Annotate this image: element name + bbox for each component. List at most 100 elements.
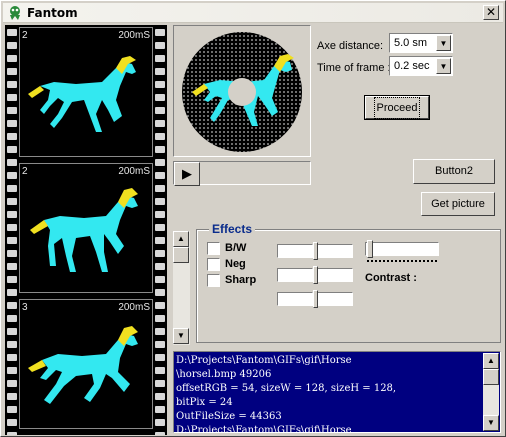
button2-label: Button2: [435, 165, 473, 177]
scroll-down-icon[interactable]: ▼: [483, 415, 499, 431]
sprocket-hole: [7, 68, 17, 75]
sprocket-holes-left: [7, 25, 17, 435]
sprocket-hole: [7, 354, 17, 361]
sprocket-hole: [7, 406, 17, 413]
bw-label: B/W: [225, 242, 247, 254]
console-line: offsetRGB = 54, sizeW = 128, sizeH = 128…: [176, 383, 397, 394]
sprocket-hole: [155, 289, 165, 296]
sprocket-hole: [7, 250, 17, 257]
sprocket-hole: [155, 120, 165, 127]
button2[interactable]: Button2: [413, 159, 495, 184]
checkbox-box[interactable]: [207, 258, 220, 271]
sprocket-hole: [155, 198, 165, 205]
sprocket-hole: [7, 55, 17, 62]
slider-thumb[interactable]: [313, 242, 318, 260]
effects-title: Effects: [209, 222, 256, 236]
effects-group: Effects B/W Neg Sharp Contrast:: [196, 222, 501, 343]
sprocket-hole: [155, 55, 165, 62]
play-button[interactable]: ▶: [174, 162, 200, 186]
effect-slider-1[interactable]: [277, 242, 353, 260]
sprocket-hole: [155, 341, 165, 348]
sprocket-hole: [155, 354, 165, 361]
sprocket-hole: [155, 328, 165, 335]
checkbox-box[interactable]: [207, 274, 220, 287]
sprocket-hole: [7, 263, 17, 270]
time-of-frame-select[interactable]: 0.2 sec ▼: [389, 56, 453, 76]
proceed-button[interactable]: Proceed: [364, 95, 430, 120]
scroll-up-icon[interactable]: ▲: [483, 353, 499, 369]
get-picture-label: Get picture: [431, 198, 485, 210]
sprocket-hole: [155, 276, 165, 283]
sprocket-hole: [7, 380, 17, 387]
scroll-up-icon[interactable]: ▲: [173, 231, 189, 247]
axe-distance-value: 5.0 sm: [394, 37, 428, 49]
sprocket-hole: [155, 419, 165, 426]
close-icon: ✕: [485, 5, 497, 19]
window-title: Fantom: [27, 6, 78, 20]
slider-thumb[interactable]: [367, 240, 373, 258]
sprocket-hole: [155, 81, 165, 88]
contrast-slider[interactable]: [365, 240, 439, 262]
sprocket-hole: [155, 29, 165, 36]
slider-thumb[interactable]: [313, 266, 318, 284]
console-text: D:\Projects\Fantom\GIFs\gif\Horse \horsel…: [176, 354, 482, 432]
slider-thumb[interactable]: [313, 290, 318, 308]
chevron-down-icon[interactable]: ▼: [436, 58, 451, 74]
scroll-thumb[interactable]: [483, 369, 499, 385]
sprocket-hole: [155, 263, 165, 270]
sprocket-hole: [155, 211, 165, 218]
sprocket-hole: [7, 237, 17, 244]
scroll-down-icon[interactable]: ▼: [173, 328, 189, 344]
effect-slider-3[interactable]: [277, 290, 353, 308]
close-button[interactable]: ✕: [483, 5, 499, 20]
disc-image: [182, 32, 302, 152]
sprocket-hole: [7, 302, 17, 309]
film-frame[interactable]: 2 200mS: [19, 163, 153, 293]
sprocket-hole: [155, 315, 165, 322]
sprocket-hole: [7, 159, 17, 166]
horse-image: [28, 56, 136, 132]
sprocket-hole: [7, 107, 17, 114]
console-line: OutFileSize = 44363: [176, 411, 282, 422]
slider-ticks: [367, 260, 437, 262]
sprocket-hole: [155, 224, 165, 231]
effects-scrollbar[interactable]: ▲ ▼: [173, 231, 190, 345]
sprocket-hole: [155, 107, 165, 114]
sprocket-hole: [155, 237, 165, 244]
sprocket-holes-right: [155, 25, 165, 435]
sprocket-hole: [155, 159, 165, 166]
scroll-thumb[interactable]: [173, 247, 189, 263]
sprocket-hole: [155, 133, 165, 140]
sprocket-hole: [7, 133, 17, 140]
disc-preview: [173, 25, 311, 157]
title-bar[interactable]: Fantom ✕: [3, 3, 503, 23]
sprocket-hole: [155, 380, 165, 387]
checkbox-box[interactable]: [207, 242, 220, 255]
sprocket-hole: [155, 146, 165, 153]
sprocket-hole: [7, 172, 17, 179]
sprocket-hole: [7, 315, 17, 322]
sharp-label: Sharp: [225, 274, 257, 286]
effect-slider-2[interactable]: [277, 266, 353, 284]
sprocket-hole: [7, 224, 17, 231]
horse-image: [30, 188, 138, 272]
chevron-down-icon[interactable]: ▼: [436, 35, 451, 51]
film-frame[interactable]: 2 200mS: [19, 27, 153, 157]
time-of-frame-label: Time of frame :: [317, 62, 391, 74]
sprocket-hole: [7, 211, 17, 218]
sprocket-hole: [7, 289, 17, 296]
sprocket-hole: [7, 393, 17, 400]
time-of-frame-value: 0.2 sec: [394, 60, 430, 72]
sprocket-hole: [155, 367, 165, 374]
get-picture-button[interactable]: Get picture: [421, 192, 495, 216]
console-line: D:\Projects\Fantom\GIFs\gif\Horse: [176, 355, 352, 366]
sprocket-hole: [7, 432, 17, 435]
fantom-app-icon: [10, 6, 20, 20]
proceed-label: Proceed: [373, 97, 421, 119]
console-scrollbar[interactable]: ▲ ▼: [483, 353, 499, 431]
film-frame[interactable]: 3 200mS: [19, 299, 153, 429]
output-console[interactable]: D:\Projects\Fantom\GIFs\gif\Horse \horsel…: [173, 351, 501, 433]
axe-distance-select[interactable]: 5.0 sm ▼: [389, 33, 453, 53]
neg-label: Neg: [225, 258, 246, 270]
sprocket-hole: [155, 250, 165, 257]
